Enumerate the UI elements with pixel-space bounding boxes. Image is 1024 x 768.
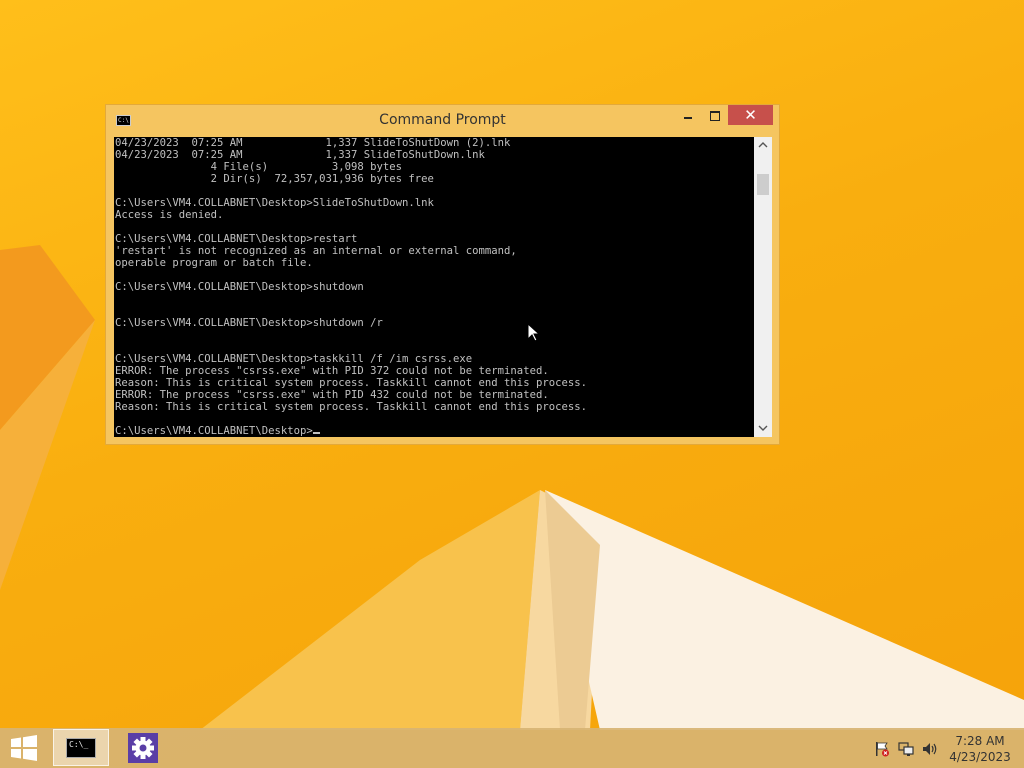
- scroll-up-arrow-icon[interactable]: [754, 137, 772, 154]
- maximize-button[interactable]: [703, 105, 727, 125]
- console-line: Access is denied.: [115, 209, 224, 221]
- text-cursor: [312, 432, 320, 434]
- console-line: 2 Dir(s) 72,357,031,936 bytes free: [115, 173, 434, 185]
- command-prompt-icon: C:\_: [66, 738, 96, 758]
- mouse-pointer-icon: [527, 323, 539, 342]
- console-line: Reason: This is critical system process.…: [115, 377, 587, 389]
- console-line: 4 File(s) 3,098 bytes: [115, 161, 403, 173]
- console-line: C:\Users\VM4.COLLABNET\Desktop>shutdown …: [115, 317, 383, 329]
- clock-time: 7:28 AM: [955, 734, 1005, 748]
- console-line: 04/23/2023 07:25 AM 1,337 SlideToShutDow…: [115, 149, 485, 161]
- start-icon: [11, 735, 37, 761]
- console-line: ERROR: The process "csrss.exe" with PID …: [115, 389, 549, 401]
- console-line: Reason: This is critical system process.…: [115, 401, 587, 413]
- taskbar-settings-button[interactable]: [115, 729, 171, 766]
- network-icon[interactable]: [898, 741, 914, 757]
- volume-icon[interactable]: [922, 741, 938, 757]
- vertical-scrollbar[interactable]: [754, 137, 772, 437]
- close-button[interactable]: ✕: [728, 105, 773, 125]
- console-line: C:\Users\VM4.COLLABNET\Desktop>restart: [115, 233, 358, 245]
- system-clock[interactable]: 7:28 AM 4/23/2023: [940, 733, 1020, 765]
- console-output[interactable]: 04/23/2023 07:25 AM 1,337 SlideToShutDow…: [114, 137, 754, 437]
- console-line: C:\Users\VM4.COLLABNET\Desktop>shutdown: [115, 281, 364, 293]
- console-line: 04/23/2023 07:25 AM 1,337 SlideToShutDow…: [115, 137, 511, 149]
- maximize-icon: [710, 110, 720, 121]
- taskbar-command-prompt-button[interactable]: C:\_: [53, 729, 109, 766]
- settings-gear-icon: [128, 733, 158, 763]
- console-text[interactable]: 04/23/2023 07:25 AM 1,337 SlideToShutDow…: [114, 137, 754, 437]
- command-prompt-window[interactable]: C:\ Command Prompt ✕ 04/23/2023 07:25 AM…: [105, 104, 780, 445]
- desktop: C:\ Command Prompt ✕ 04/23/2023 07:25 AM…: [0, 0, 1024, 768]
- scroll-thumb[interactable]: [757, 174, 769, 195]
- console-prompt[interactable]: C:\Users\VM4.COLLABNET\Desktop>: [115, 425, 313, 437]
- console-line: 'restart' is not recognized as an intern…: [115, 245, 517, 257]
- console-line: operable program or batch file.: [115, 257, 313, 269]
- clock-date: 4/23/2023: [949, 750, 1011, 764]
- action-center-flag-icon[interactable]: [874, 741, 890, 757]
- title-bar[interactable]: C:\ Command Prompt ✕: [106, 105, 779, 136]
- minimize-icon: [684, 116, 692, 119]
- taskbar: C:\_ 7:28 AM 4/23/2023: [0, 728, 1024, 768]
- console-line: C:\Users\VM4.COLLABNET\Desktop>SlideToSh…: [115, 197, 434, 209]
- minimize-button[interactable]: [676, 105, 700, 125]
- scroll-down-arrow-icon[interactable]: [754, 420, 772, 437]
- console-line: C:\Users\VM4.COLLABNET\Desktop>taskkill …: [115, 353, 473, 365]
- start-button[interactable]: [8, 734, 40, 762]
- console-line: ERROR: The process "csrss.exe" with PID …: [115, 365, 549, 377]
